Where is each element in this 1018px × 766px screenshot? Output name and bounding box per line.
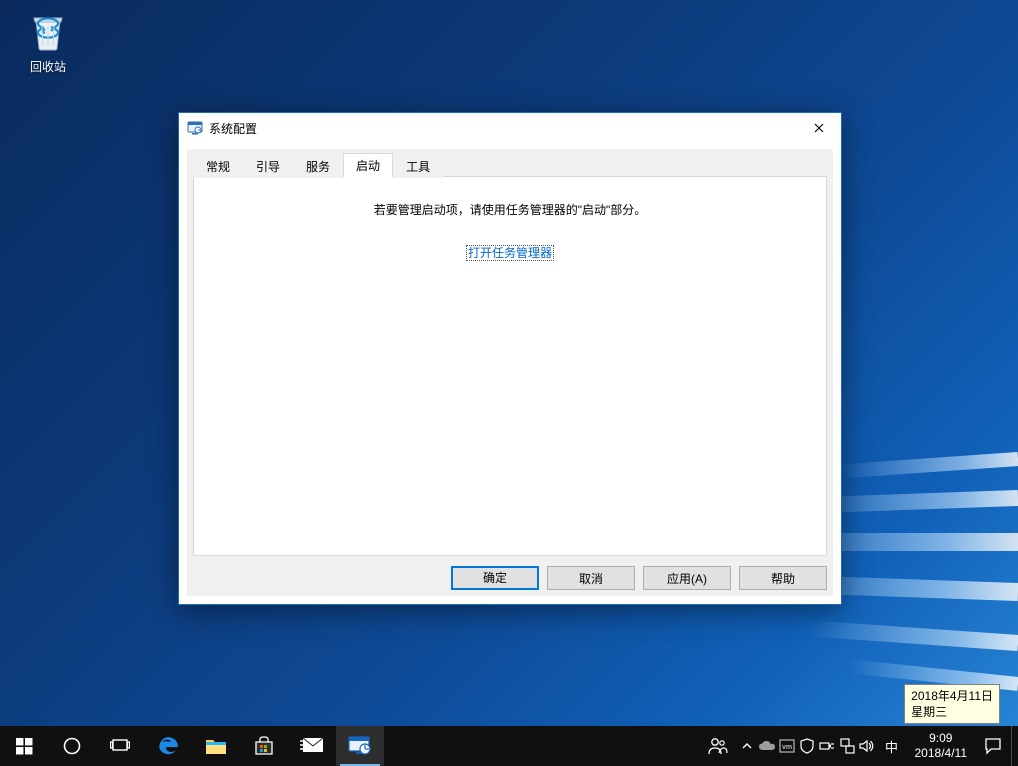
titlebar[interactable]: 系统配置 (179, 113, 841, 143)
recycle-bin-desktop-icon[interactable]: 回收站 (10, 6, 86, 75)
ok-button[interactable]: 确定 (451, 566, 539, 590)
msconfig-window: 系统配置 常规 引导 服务 启动 工具 若要管理启动项，请使用任务管理器的"启动… (178, 112, 842, 605)
desktop[interactable]: 回收站 系统配置 常规 引导 服务 (0, 0, 1018, 766)
task-view-icon (110, 738, 130, 754)
power-plug-icon (819, 740, 835, 752)
windows-logo-icon (16, 738, 33, 755)
chevron-up-icon (742, 741, 752, 751)
notification-icon (984, 737, 1002, 755)
clock-date: 2018/4/11 (915, 746, 968, 761)
people-icon (706, 735, 728, 757)
store-icon (252, 734, 276, 758)
apply-button[interactable]: 应用(A) (643, 566, 731, 590)
ime-label: 中 (885, 737, 898, 756)
taskbar-mail[interactable] (288, 726, 336, 766)
tab-services[interactable]: 服务 (293, 154, 343, 178)
window-client-area: 常规 引导 服务 启动 工具 若要管理启动项，请使用任务管理器的"启动"部分。 … (187, 149, 833, 596)
task-view-button[interactable] (96, 726, 144, 766)
tray-network[interactable] (837, 726, 857, 766)
speaker-icon (859, 739, 875, 753)
tray-clock[interactable]: 9:09 2018/4/11 (907, 726, 976, 766)
msconfig-icon (187, 120, 203, 136)
tray-vmware-tools[interactable]: vm (777, 726, 797, 766)
window-title: 系统配置 (209, 120, 257, 137)
tooltip-weekday: 星期三 (911, 704, 993, 720)
tooltip-date: 2018年4月11日 (911, 688, 993, 704)
cancel-button[interactable]: 取消 (547, 566, 635, 590)
cloud-icon (758, 740, 776, 752)
tray-security[interactable] (797, 726, 817, 766)
clock-time: 9:09 (929, 731, 952, 746)
tab-strip: 常规 引导 服务 启动 工具 (193, 155, 827, 177)
tab-startup[interactable]: 启动 (343, 153, 393, 178)
show-desktop-button[interactable] (1011, 726, 1018, 766)
startup-tab-panel: 若要管理启动项，请使用任务管理器的"启动"部分。 打开任务管理器 (193, 176, 827, 556)
tray-volume[interactable] (857, 726, 877, 766)
svg-text:vm: vm (781, 744, 791, 751)
start-button[interactable] (0, 726, 48, 766)
tray-ime[interactable]: 中 (877, 726, 907, 766)
taskbar-edge[interactable] (144, 726, 192, 766)
help-button[interactable]: 帮助 (739, 566, 827, 590)
msconfig-taskbar-icon (347, 734, 373, 758)
taskbar-msconfig[interactable] (336, 726, 384, 766)
edge-icon (155, 733, 181, 759)
taskbar-file-explorer[interactable] (192, 726, 240, 766)
tray-people[interactable] (697, 726, 737, 766)
startup-message: 若要管理启动项，请使用任务管理器的"启动"部分。 (194, 201, 826, 218)
taskbar: vm (0, 726, 1018, 766)
network-icon (839, 738, 855, 754)
open-task-manager-link[interactable]: 打开任务管理器 (466, 245, 554, 261)
recycle-bin-label: 回收站 (10, 58, 86, 75)
tray-onedrive[interactable] (757, 726, 777, 766)
tray-overflow-chevron[interactable] (737, 726, 757, 766)
tab-general[interactable]: 常规 (193, 154, 243, 178)
close-button[interactable] (796, 113, 841, 143)
tray-action-center[interactable] (975, 726, 1011, 766)
dialog-button-row: 确定 取消 应用(A) 帮助 (451, 566, 827, 590)
cortana-icon (62, 736, 82, 756)
file-explorer-icon (204, 735, 228, 757)
tray-power[interactable] (817, 726, 837, 766)
vm-icon: vm (779, 739, 795, 753)
shield-icon (800, 738, 814, 754)
recycle-bin-icon (24, 6, 72, 54)
tab-tools[interactable]: 工具 (393, 154, 443, 178)
cortana-search-button[interactable] (48, 726, 96, 766)
taskbar-store[interactable] (240, 726, 288, 766)
clock-tooltip: 2018年4月11日 星期三 (904, 684, 1000, 724)
tab-boot[interactable]: 引导 (243, 154, 293, 178)
mail-icon (299, 736, 325, 756)
